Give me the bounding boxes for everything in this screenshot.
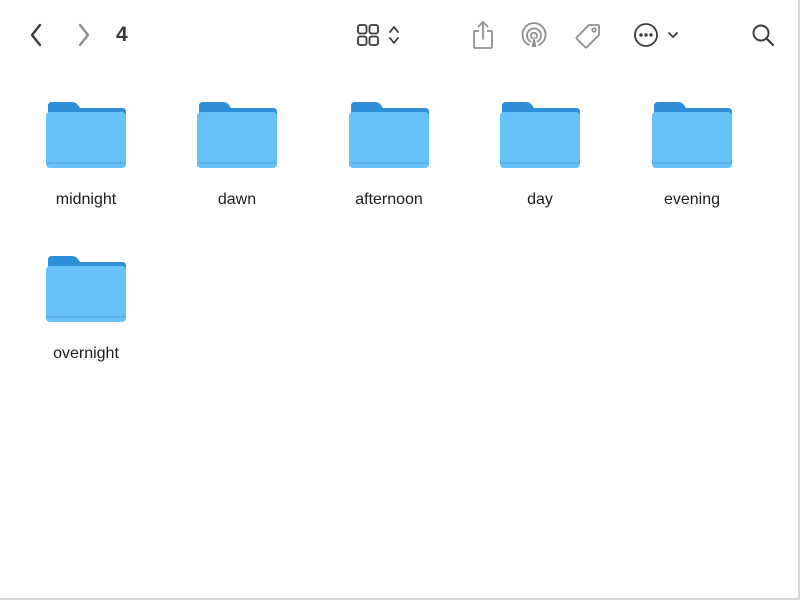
folder-icon — [652, 102, 732, 168]
folder-label: overnight — [53, 345, 119, 362]
folder-icon — [46, 256, 126, 322]
grid-view-icon — [357, 24, 379, 46]
tag-icon — [575, 24, 600, 49]
folder-item-afternoon[interactable]: afternoon — [319, 80, 459, 210]
folder-icon — [500, 102, 580, 168]
airdrop-button[interactable] — [518, 20, 550, 52]
chevron-left-icon — [30, 23, 42, 47]
folder-label: midnight — [55, 191, 117, 208]
chevron-right-icon — [78, 23, 90, 47]
folder-label: evening — [663, 191, 721, 208]
ellipsis-circle-icon — [634, 23, 658, 47]
folder-icon — [46, 102, 126, 168]
view-mode-button[interactable] — [350, 20, 406, 50]
folder-item-evening[interactable]: evening — [622, 80, 762, 210]
finder-window: 4 midnight dawn afternoon day evening ov… — [0, 0, 800, 600]
folder-item-midnight[interactable]: midnight — [16, 80, 156, 210]
chevron-up-down-icon — [389, 26, 399, 44]
search-button[interactable] — [748, 20, 778, 50]
airdrop-icon — [521, 22, 547, 47]
folder-label: afternoon — [355, 191, 423, 208]
chevron-down-icon — [668, 32, 678, 38]
share-button[interactable] — [468, 18, 498, 52]
folder-grid: midnight dawn afternoon day evening over… — [0, 80, 800, 580]
folder-item-dawn[interactable]: dawn — [167, 80, 307, 210]
folder-label: dawn — [217, 191, 257, 208]
folder-icon — [197, 102, 277, 168]
folder-icon — [349, 102, 429, 168]
share-icon — [473, 21, 493, 49]
tag-button[interactable] — [572, 20, 604, 52]
folder-item-day[interactable]: day — [470, 80, 610, 210]
folder-item-overnight[interactable]: overnight — [16, 234, 156, 364]
forward-button[interactable] — [70, 20, 98, 50]
toolbar: 4 — [0, 0, 800, 72]
folder-title: 4 — [116, 23, 128, 46]
more-actions-button[interactable] — [630, 20, 682, 50]
folder-label: day — [527, 191, 553, 208]
back-button[interactable] — [22, 20, 50, 50]
search-icon — [752, 24, 775, 47]
